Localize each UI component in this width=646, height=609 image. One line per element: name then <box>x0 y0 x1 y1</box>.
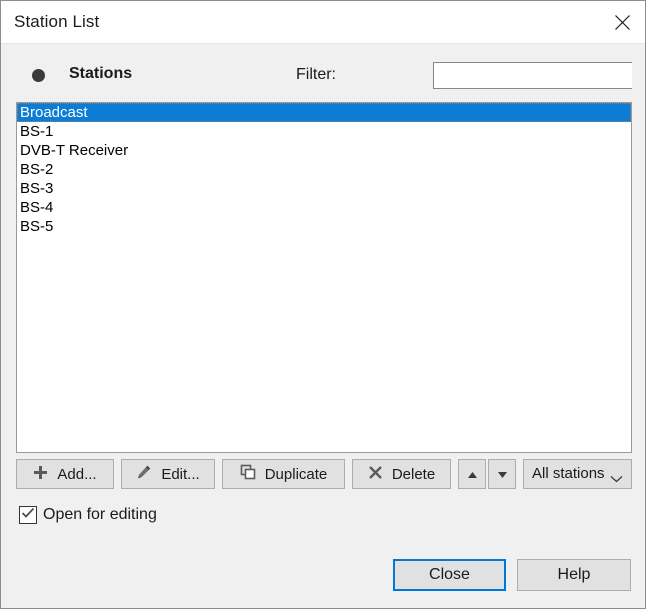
add-button[interactable]: Add... <box>16 459 114 489</box>
page-title: Station List <box>14 12 100 31</box>
close-button-label: Close <box>429 566 470 583</box>
filter-label: Filter: <box>296 66 336 83</box>
close-icon[interactable] <box>599 1 645 43</box>
chevron-down-icon <box>610 470 623 487</box>
station-filter-select-value: All stations <box>532 465 605 482</box>
list-item[interactable]: BS-5 <box>17 217 631 236</box>
list-item[interactable]: Broadcast <box>17 103 631 122</box>
x-icon <box>368 465 383 484</box>
stations-label: Stations <box>69 65 133 82</box>
title-bar: Station List <box>1 1 645 44</box>
copy-icon <box>240 464 256 484</box>
list-item[interactable]: BS-4 <box>17 198 631 217</box>
checkmark-icon <box>21 506 35 524</box>
close-button[interactable]: Close <box>393 559 506 591</box>
duplicate-button-label: Duplicate <box>264 465 328 483</box>
filter-input[interactable] <box>433 62 632 89</box>
list-item[interactable]: DVB-T Receiver <box>17 141 631 160</box>
list-item[interactable]: BS-1 <box>17 122 631 141</box>
list-item[interactable]: BS-2 <box>17 160 631 179</box>
edit-button-label: Edit... <box>161 465 200 483</box>
help-button-label: Help <box>557 566 591 583</box>
add-button-label: Add... <box>57 465 97 483</box>
open-for-editing-checkbox[interactable] <box>19 506 37 524</box>
help-button[interactable]: Help <box>517 559 631 591</box>
station-list-dialog: Station List Stations Filter: Broadcast … <box>0 0 646 609</box>
move-down-button[interactable] <box>488 459 516 489</box>
open-for-editing-label: Open for editing <box>43 506 157 523</box>
move-up-button[interactable] <box>458 459 486 489</box>
duplicate-button[interactable]: Duplicate <box>222 459 345 489</box>
station-filter-select[interactable]: All stations <box>523 459 632 489</box>
open-for-editing-row[interactable]: Open for editing <box>19 504 157 526</box>
station-listbox[interactable]: Broadcast BS-1 DVB-T Receiver BS-2 BS-3 … <box>16 102 632 453</box>
triangle-up-icon <box>467 466 478 483</box>
filled-circle-icon <box>32 69 45 82</box>
pencil-icon <box>136 464 152 484</box>
plus-icon <box>33 465 48 484</box>
triangle-down-icon <box>497 466 508 483</box>
edit-button[interactable]: Edit... <box>121 459 215 489</box>
list-item[interactable]: BS-3 <box>17 179 631 198</box>
delete-button-label: Delete <box>391 465 436 483</box>
delete-button[interactable]: Delete <box>352 459 451 489</box>
list-toolbar: Add... Edit... Duplicate Delete All stat… <box>16 459 632 489</box>
